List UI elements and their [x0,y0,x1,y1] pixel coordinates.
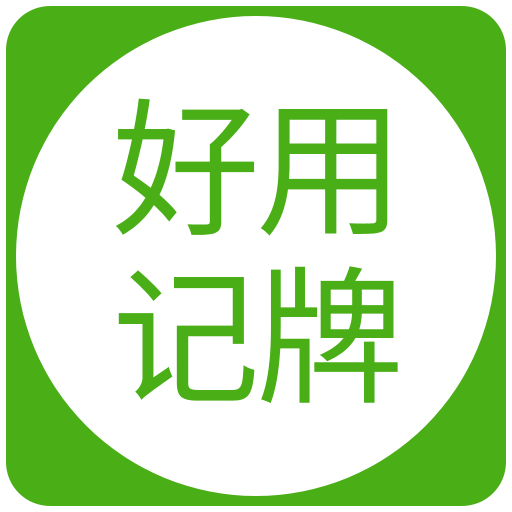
app-name-text: 好用 记牌 [16,16,496,496]
icon-circle-background: 好用 记牌 [16,16,496,496]
app-name-line-1: 好用 [112,86,404,258]
app-name-line-2: 记牌 [112,254,404,426]
app-icon[interactable]: 好用 记牌 [6,6,506,506]
